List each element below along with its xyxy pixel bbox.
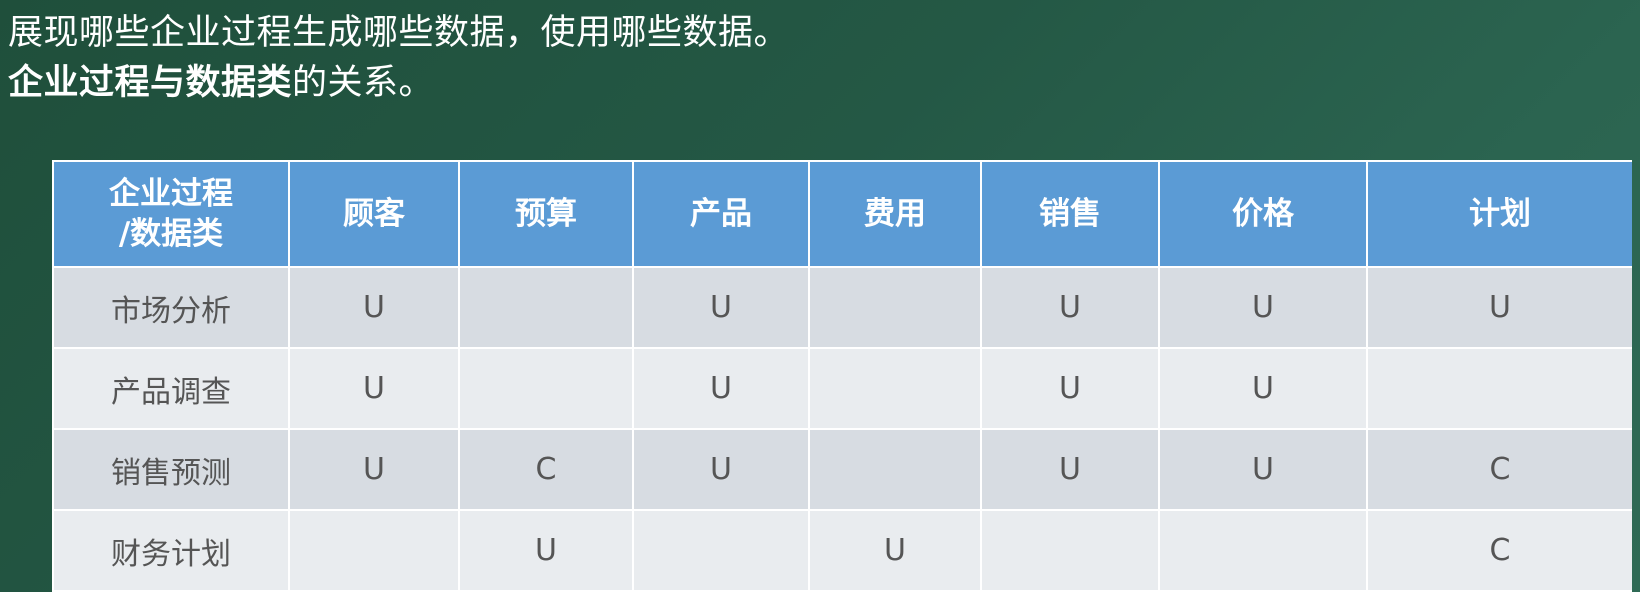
table-cell (808, 266, 982, 349)
title-block: 展现哪些企业过程生成哪些数据，使用哪些数据。 企业过程与数据类的关系。 (8, 8, 789, 108)
corner-header-line-1: 企业过程 (109, 176, 233, 212)
table-cell: U (632, 347, 810, 430)
column-header: 销售 (980, 160, 1160, 268)
column-header: 预算 (458, 160, 634, 268)
corner-header: 企业过程 /数据类 (52, 160, 290, 268)
header-row: 企业过程 /数据类 顾客 预算 产品 费用 销售 价格 计划 (52, 160, 1632, 268)
column-header: 价格 (1158, 160, 1368, 268)
table-cell: U (1158, 428, 1368, 511)
table-cell (808, 428, 982, 511)
title-line-2-rest: 的关系。 (292, 63, 435, 103)
row-header: 产品调查 (52, 347, 290, 430)
table-cell: U (808, 509, 982, 592)
column-header: 费用 (808, 160, 982, 268)
table-cell: U (632, 428, 810, 511)
table-cell (1158, 509, 1368, 592)
table-cell: U (980, 428, 1160, 511)
title-line-2-bold: 企业过程与数据类 (8, 63, 293, 103)
table-cell: C (1366, 509, 1632, 592)
table-row: 市场分析 U U U U U (52, 266, 1632, 349)
table-cell: U (1158, 266, 1368, 349)
row-header: 财务计划 (52, 509, 290, 592)
table-cell (458, 266, 634, 349)
table-cell (288, 509, 460, 592)
row-header: 销售预测 (52, 428, 290, 511)
table-cell: C (458, 428, 634, 511)
table-cell: U (288, 266, 460, 349)
table-cell: U (1366, 266, 1632, 349)
table-cell: U (980, 266, 1160, 349)
matrix-table: 企业过程 /数据类 顾客 预算 产品 费用 销售 价格 计划 市场分析 U U … (52, 160, 1632, 592)
table-cell (808, 347, 982, 430)
column-header: 顾客 (288, 160, 460, 268)
title-line-2: 企业过程与数据类的关系。 (8, 58, 789, 108)
table-cell: U (632, 266, 810, 349)
row-header: 市场分析 (52, 266, 290, 349)
table-cell: C (1366, 428, 1632, 511)
table-row: 销售预测 U C U U U C (52, 428, 1632, 511)
table-cell: U (1158, 347, 1368, 430)
table-cell (632, 509, 810, 592)
column-header: 计划 (1366, 160, 1632, 268)
column-header: 产品 (632, 160, 810, 268)
table-cell: U (288, 428, 460, 511)
corner-header-line-2: /数据类 (118, 216, 224, 252)
table-row: 产品调查 U U U U (52, 347, 1632, 430)
table-cell: U (458, 509, 634, 592)
table-cell: U (980, 347, 1160, 430)
table-cell (458, 347, 634, 430)
table-cell: U (288, 347, 460, 430)
table-cell (980, 509, 1160, 592)
process-data-matrix: 企业过程 /数据类 顾客 预算 产品 费用 销售 价格 计划 市场分析 U U … (52, 160, 1632, 592)
title-line-1: 展现哪些企业过程生成哪些数据，使用哪些数据。 (8, 13, 790, 53)
table-cell (1366, 347, 1632, 430)
table-row: 财务计划 U U C (52, 509, 1632, 592)
